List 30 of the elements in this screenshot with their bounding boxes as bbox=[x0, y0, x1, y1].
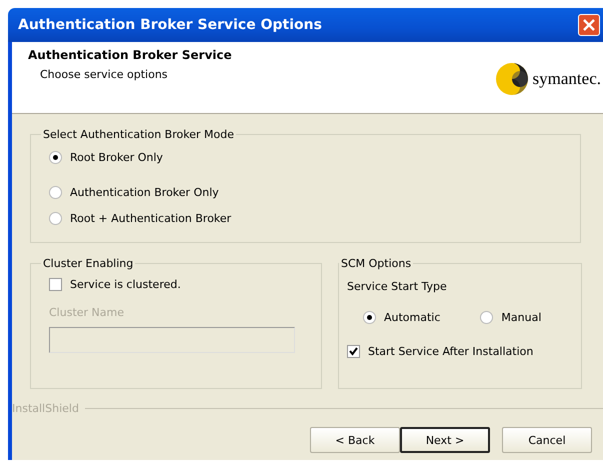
group-title: Cluster Enabling bbox=[42, 257, 134, 270]
header-title: Authentication Broker Service bbox=[28, 48, 232, 62]
logo-text: symantec. bbox=[532, 69, 601, 89]
radio-label: Manual bbox=[501, 310, 542, 324]
logo-icon bbox=[494, 62, 529, 96]
group-title: Select Authentication Broker Mode bbox=[42, 128, 235, 141]
header-subtitle: Choose service options bbox=[40, 68, 169, 81]
dialog-button[interactable]: < Back bbox=[310, 427, 400, 453]
radio-button[interactable] bbox=[49, 150, 62, 164]
radio-label: Root Broker Only bbox=[70, 150, 163, 164]
close-button[interactable] bbox=[578, 14, 600, 36]
radio-label: Authentication Broker Only bbox=[70, 186, 219, 198]
radio-button[interactable] bbox=[363, 310, 376, 324]
field-label: Cluster Name bbox=[49, 306, 125, 319]
checkbox-label: Service is clustered. bbox=[70, 278, 181, 290]
checkbox-label: Start Service After Installation bbox=[368, 344, 534, 358]
dialog-button[interactable]: Cancel bbox=[502, 427, 592, 453]
radio-button[interactable] bbox=[49, 186, 62, 198]
radio-button[interactable] bbox=[49, 212, 62, 224]
checkbox[interactable] bbox=[49, 278, 62, 290]
window-title: Authentication Broker Service Options bbox=[18, 17, 323, 33]
checkbox[interactable] bbox=[347, 344, 360, 358]
dialog-button[interactable]: Next > bbox=[400, 427, 490, 453]
radio-button[interactable] bbox=[480, 310, 494, 324]
radio-label: Root + Authentication Broker bbox=[70, 212, 232, 224]
section-label: Service Start Type bbox=[347, 280, 448, 293]
close-icon bbox=[582, 18, 596, 32]
group-title: SCM Options bbox=[340, 257, 412, 270]
brand-label: InstallShield bbox=[12, 402, 79, 415]
radio-label: Automatic bbox=[384, 310, 440, 324]
